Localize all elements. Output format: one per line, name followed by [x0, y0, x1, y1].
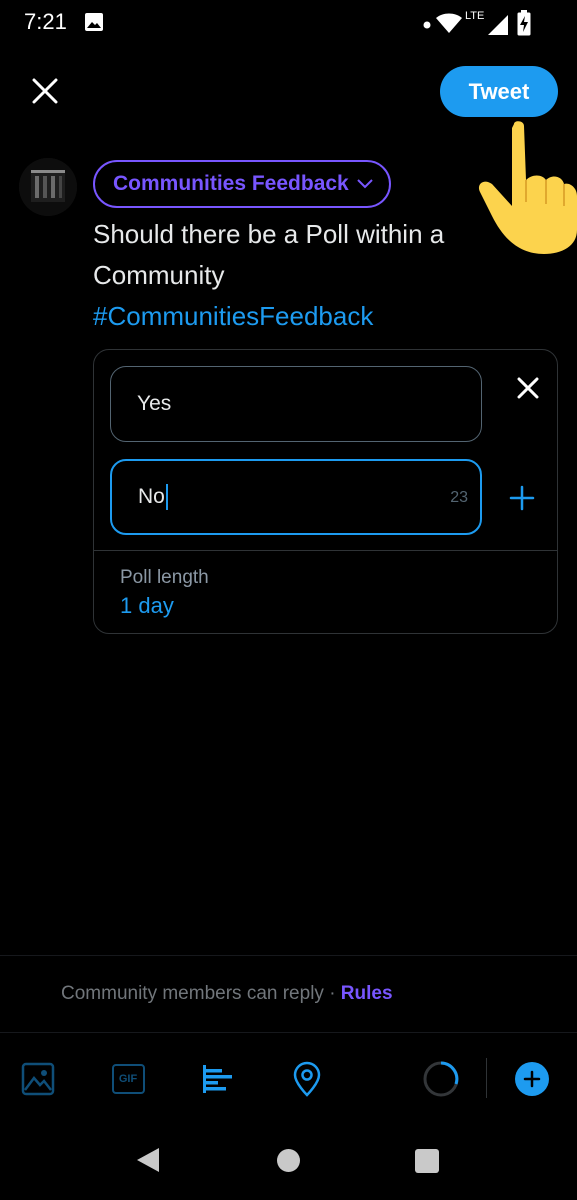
tweet-text-line-1: Should there be a Poll within a: [93, 219, 445, 249]
close-button[interactable]: [24, 70, 66, 112]
text-cursor: [165, 484, 168, 510]
poll-icon: [203, 1065, 232, 1093]
character-progress-ring: [422, 1060, 460, 1098]
location-icon: [293, 1061, 321, 1097]
character-count: 23: [450, 489, 468, 506]
poll-divider: [94, 550, 557, 551]
gif-label: GIF: [118, 1073, 138, 1085]
add-thread-icon: [523, 1070, 541, 1088]
poll-option-1[interactable]: Yes: [110, 366, 482, 442]
close-icon: [32, 78, 58, 104]
add-gif-button[interactable]: GIF: [109, 1060, 147, 1098]
tweet-button[interactable]: Tweet: [440, 66, 558, 117]
divider: [0, 955, 577, 956]
rules-link[interactable]: Rules: [341, 983, 393, 1004]
battery-charging-icon: [517, 10, 531, 36]
chevron-down-icon: [357, 179, 373, 189]
reply-notice-text: Community members can reply ·: [61, 983, 341, 1004]
poll-option-1-value: Yes: [137, 392, 172, 415]
tweet-text-line-2: Community: [93, 260, 225, 290]
poll-card: Yes No 23 Poll length 1 day: [93, 349, 558, 634]
nav-back-button[interactable]: [133, 1145, 163, 1175]
wifi-icon: [436, 13, 462, 33]
tweet-text-area[interactable]: Should there be a Poll within a Communit…: [93, 214, 513, 337]
remove-poll-button[interactable]: [512, 372, 544, 404]
image-notification-icon: [85, 13, 103, 31]
status-time: 7:21: [24, 9, 67, 34]
image-icon: [21, 1062, 55, 1096]
close-icon: [517, 377, 539, 399]
toolbar-separator: [486, 1058, 487, 1098]
poll-length-label: Poll length: [120, 567, 209, 588]
network-label: LTE: [465, 10, 485, 22]
poll-button[interactable]: [198, 1060, 236, 1098]
community-selector[interactable]: Communities Feedback: [93, 160, 391, 208]
add-image-button[interactable]: [19, 1060, 57, 1098]
add-poll-option-button[interactable]: [504, 480, 540, 516]
divider: [0, 1032, 577, 1033]
status-icons: LTE: [417, 8, 557, 38]
gif-icon: GIF: [111, 1064, 145, 1094]
add-location-button[interactable]: [288, 1060, 326, 1098]
dot-icon: [423, 21, 431, 29]
user-avatar[interactable]: [19, 158, 77, 216]
reply-notice: Community members can reply · Rules: [61, 983, 393, 1005]
status-bar: 7:21 LTE: [0, 0, 577, 46]
hashtag-link[interactable]: #CommunitiesFeedback: [93, 296, 513, 337]
poll-length-selector[interactable]: 1 day: [120, 593, 174, 619]
progress-ring-icon: [423, 1061, 459, 1097]
nav-home-button[interactable]: [277, 1149, 300, 1172]
poll-option-2-value: No: [138, 485, 165, 508]
community-label: Communities Feedback: [113, 172, 349, 195]
plus-icon: [509, 485, 535, 511]
poll-option-2[interactable]: No 23: [110, 459, 482, 535]
avatar-image: [19, 158, 77, 216]
nav-recents-button[interactable]: [415, 1149, 439, 1173]
signal-icon: [488, 15, 508, 35]
add-thread-button[interactable]: [515, 1062, 549, 1096]
